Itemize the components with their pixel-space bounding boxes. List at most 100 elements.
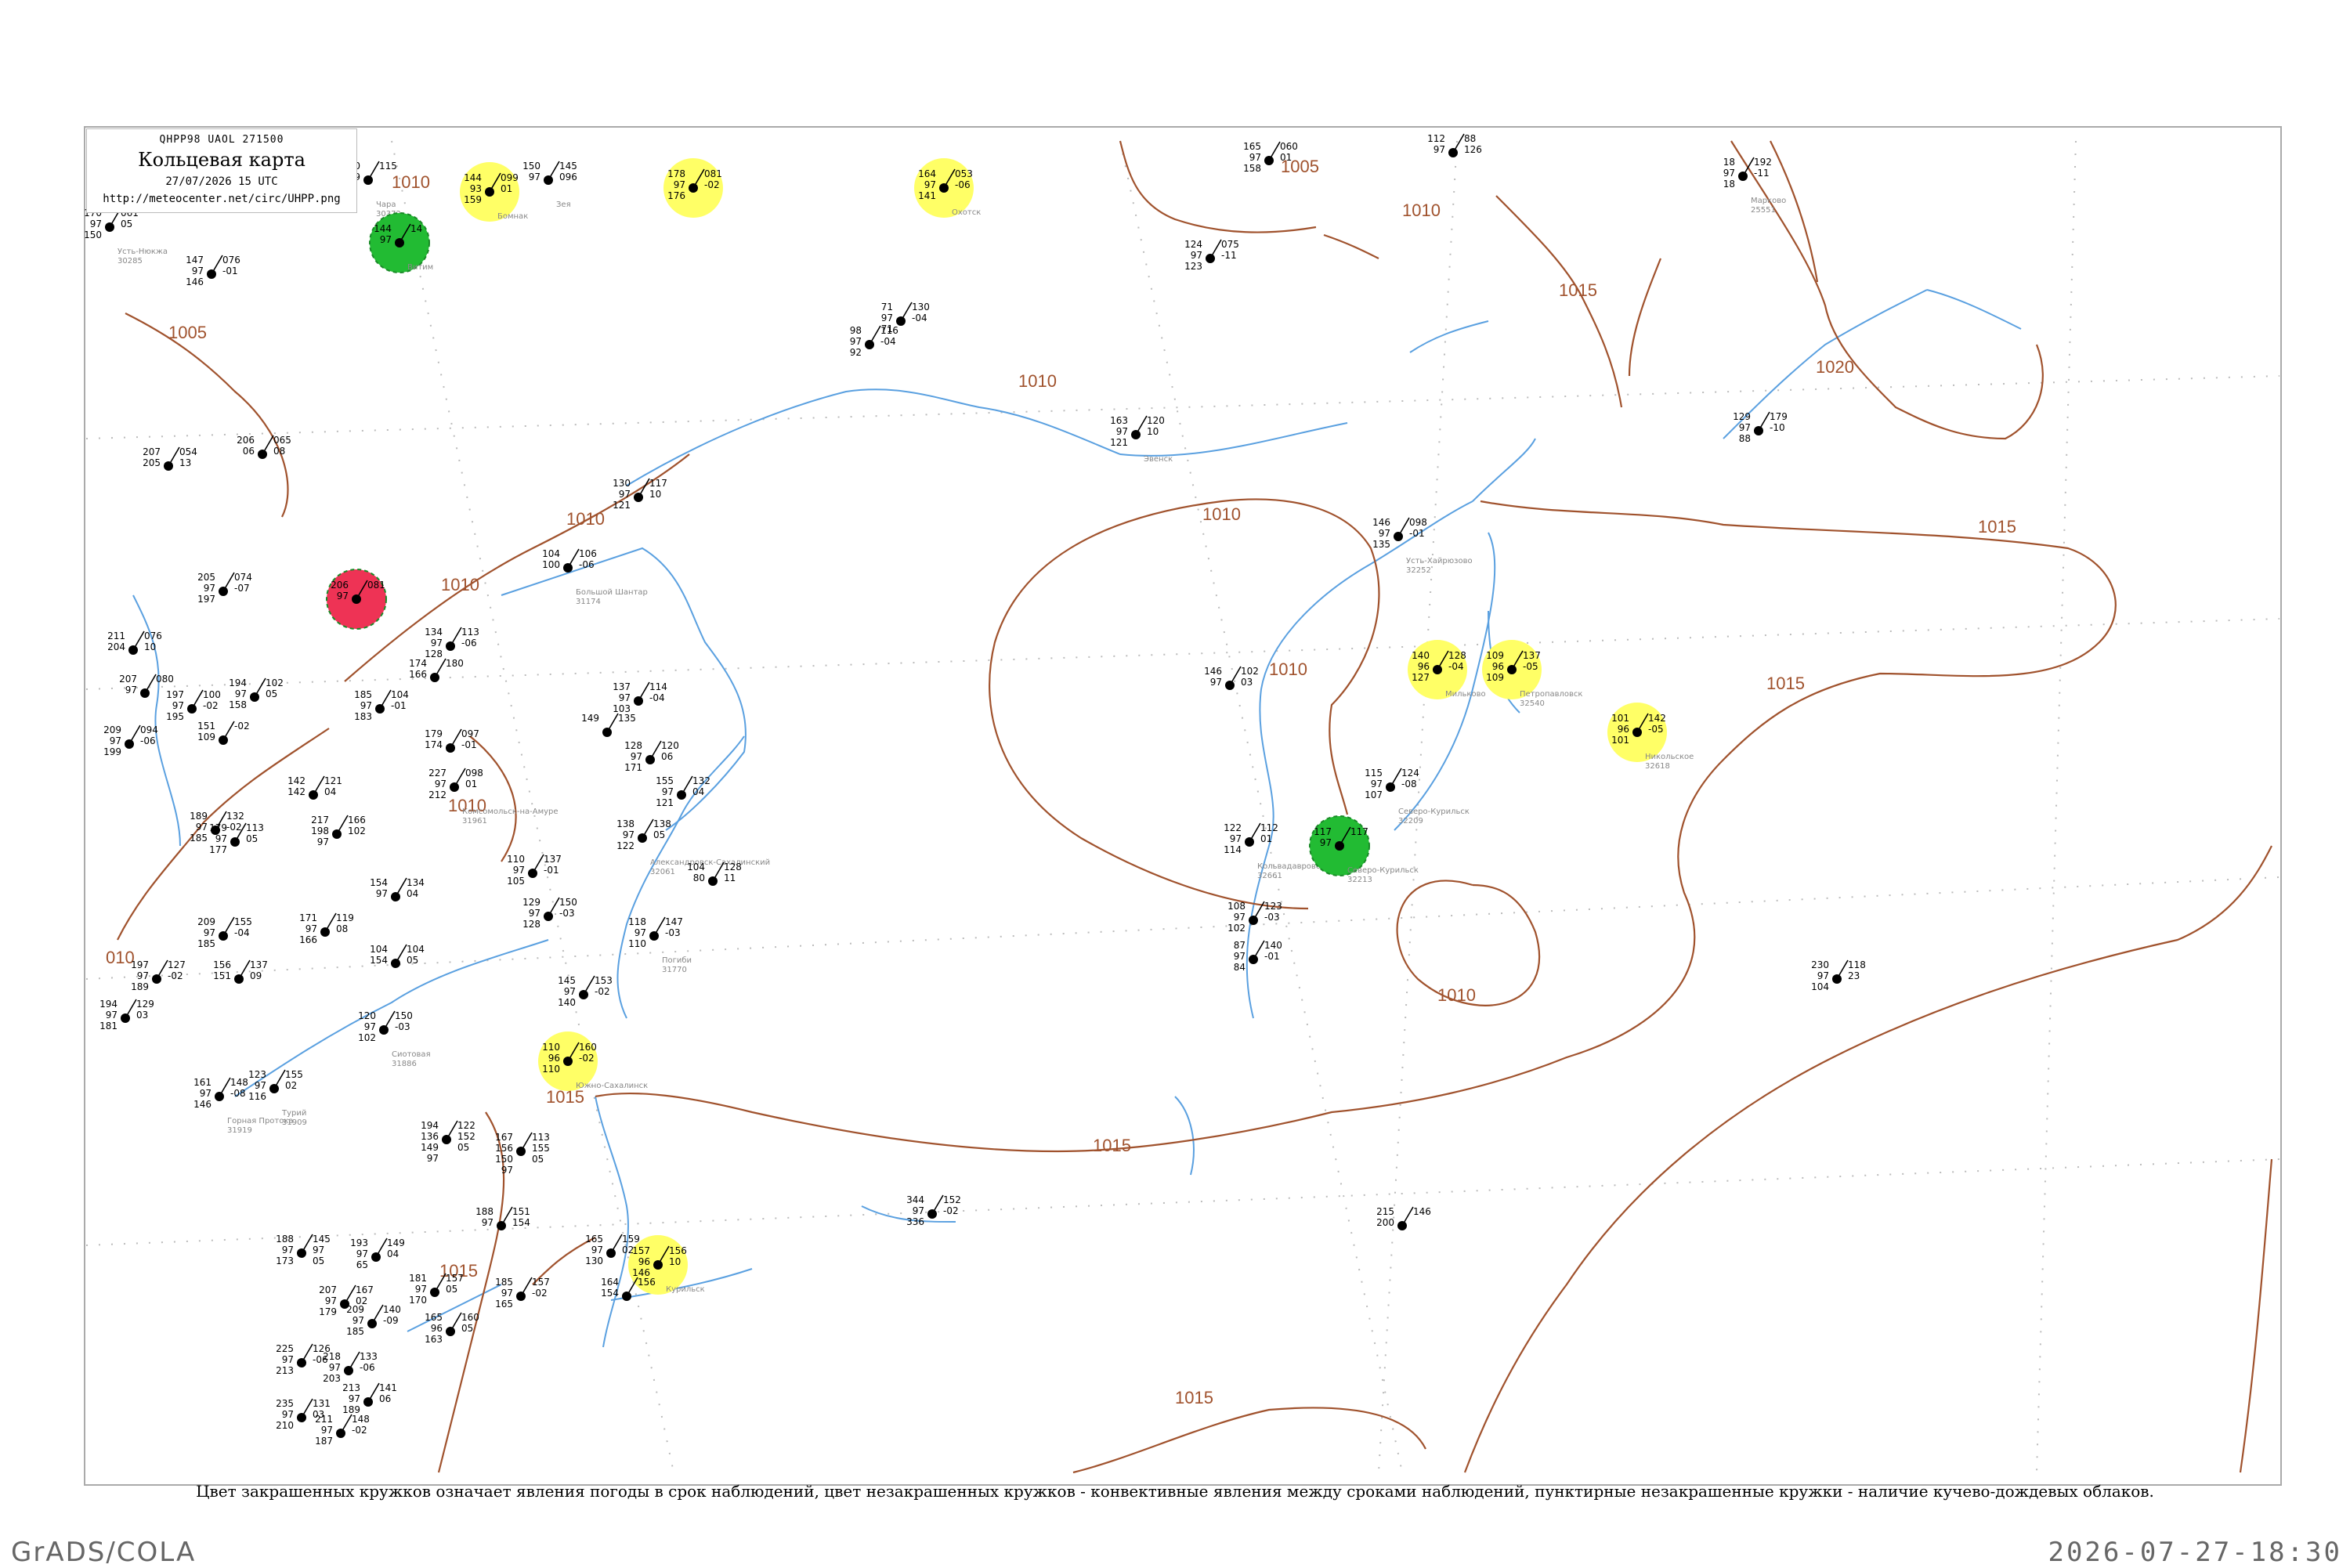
station-value: 080 bbox=[156, 674, 174, 685]
station-value: 97 bbox=[1234, 912, 1246, 923]
station-value: 84 bbox=[1234, 962, 1246, 973]
station: 15597121 13204 bbox=[656, 775, 710, 808]
isobar-label: 1015 bbox=[1766, 674, 1805, 693]
station-value: 135 bbox=[618, 713, 636, 724]
station-value: 181 bbox=[99, 1021, 118, 1031]
station-value: 161 bbox=[193, 1077, 212, 1088]
station-value: 01 bbox=[465, 779, 477, 789]
wind-barb bbox=[301, 1343, 313, 1364]
station-value: 97 bbox=[313, 1245, 324, 1255]
station: 151109 -02 bbox=[197, 721, 250, 745]
station-value: 96 bbox=[431, 1323, 443, 1334]
station-value: 156 bbox=[669, 1245, 687, 1256]
station-value: 179 bbox=[425, 728, 443, 739]
station-value: -04 bbox=[234, 927, 250, 938]
station: 21897203 133-06 bbox=[323, 1351, 378, 1384]
wind-barb bbox=[219, 1077, 231, 1097]
station-value: 97 bbox=[325, 1295, 337, 1306]
wind-barb bbox=[1249, 822, 1261, 843]
coastlines bbox=[132, 289, 2022, 1348]
station-value: 149 bbox=[387, 1237, 405, 1248]
wind-barb bbox=[340, 1414, 352, 1434]
station: 104100 106-06 Большой Шантар31174 bbox=[542, 548, 648, 606]
station-value: 150 bbox=[495, 1154, 513, 1165]
station-value: -08 bbox=[1401, 779, 1417, 789]
station-value: -02 bbox=[168, 970, 183, 981]
station-index: 31174 bbox=[576, 598, 601, 606]
station-value: 109 bbox=[1486, 672, 1504, 683]
station-value: 100 bbox=[542, 559, 560, 570]
station-value: 96 bbox=[1492, 661, 1504, 672]
station-value: 97 bbox=[634, 927, 646, 938]
station-name: Погиби bbox=[662, 956, 692, 965]
station-value: 102 bbox=[1227, 923, 1246, 934]
station-value: 97 bbox=[619, 489, 631, 500]
station-value: -01 bbox=[1409, 528, 1425, 539]
station: 20606 06508 bbox=[237, 435, 291, 459]
wind-barb bbox=[454, 768, 466, 788]
station-value: 174 bbox=[425, 739, 443, 750]
station-value: 235 bbox=[276, 1398, 294, 1409]
station-value: -02 bbox=[226, 822, 242, 833]
wind-barb bbox=[191, 689, 204, 710]
station-index: 32252 bbox=[1406, 566, 1431, 575]
station-value: 115 bbox=[379, 161, 397, 172]
station-value: 128 bbox=[425, 649, 443, 659]
wind-barb bbox=[1390, 768, 1402, 788]
station-value: -06 bbox=[461, 638, 477, 649]
station-value: 113 bbox=[532, 1132, 550, 1143]
station-value: 185 bbox=[346, 1326, 364, 1337]
station: 18197170 15705 bbox=[409, 1273, 464, 1306]
station-value: 142 bbox=[1648, 713, 1666, 724]
station-value: 060 bbox=[1280, 141, 1298, 152]
wind-barb bbox=[383, 1010, 396, 1031]
station-value: 207 bbox=[143, 446, 161, 457]
station-value: 147 bbox=[186, 255, 204, 266]
wind-barb bbox=[434, 658, 446, 678]
station-value: 88 bbox=[1739, 433, 1751, 444]
station: 19797195 100-02 bbox=[166, 689, 221, 722]
station: 188971731459705 bbox=[276, 1234, 331, 1266]
station-value: -01 bbox=[1264, 951, 1280, 962]
bulletin-code: QHPP98 UAOL 271500 bbox=[159, 134, 284, 146]
station-value: 344 bbox=[906, 1194, 924, 1205]
station-value: 206 bbox=[237, 435, 255, 446]
station: 20997185 155-04 bbox=[197, 916, 252, 949]
station-value: 230 bbox=[1811, 959, 1829, 970]
station-name: Турий bbox=[281, 1109, 306, 1118]
station-value: 188 bbox=[475, 1206, 494, 1217]
station-value: 97 bbox=[482, 1217, 494, 1228]
station-value: 04 bbox=[324, 786, 336, 797]
station: 1709715006105Усть-Нюкжа30285 bbox=[84, 208, 168, 266]
station-value: 156 bbox=[213, 959, 231, 970]
station-value: 23 bbox=[1848, 970, 1860, 981]
station: 16197146148-08Горная Протока31919 bbox=[193, 1077, 293, 1135]
wind-barb bbox=[336, 815, 349, 835]
station-value: 123 bbox=[1184, 261, 1202, 272]
station-value: 211 bbox=[315, 1414, 333, 1425]
isobar-label: 1010 bbox=[1202, 504, 1241, 524]
station-value: 155 bbox=[532, 1143, 550, 1154]
station-name: Никольское bbox=[1645, 753, 1694, 761]
station-value: 165 bbox=[1243, 141, 1261, 152]
station-value: 10 bbox=[669, 1256, 681, 1267]
station-value: 129 bbox=[1733, 411, 1751, 422]
station-value: 081 bbox=[367, 580, 385, 591]
station-value: 076 bbox=[144, 630, 162, 641]
station-value: -01 bbox=[544, 865, 559, 876]
station-value: 11 bbox=[724, 873, 736, 883]
station-value: -02 bbox=[532, 1288, 548, 1299]
station-value: 97 bbox=[196, 822, 208, 833]
station-value: 97 bbox=[674, 179, 685, 190]
station: 19413614997 12215205 bbox=[421, 1120, 475, 1164]
station-value: 163 bbox=[1110, 415, 1128, 426]
station-value: 136 bbox=[421, 1131, 439, 1142]
station-value: -11 bbox=[1221, 250, 1237, 261]
station-value: -03 bbox=[559, 908, 575, 919]
station-value: 207 bbox=[319, 1284, 337, 1295]
station-value: 116 bbox=[248, 1091, 266, 1102]
station-value: 06 bbox=[661, 751, 673, 762]
wind-barb bbox=[324, 912, 337, 933]
station-value: 132 bbox=[692, 775, 710, 786]
station-value: 145 bbox=[559, 161, 577, 172]
